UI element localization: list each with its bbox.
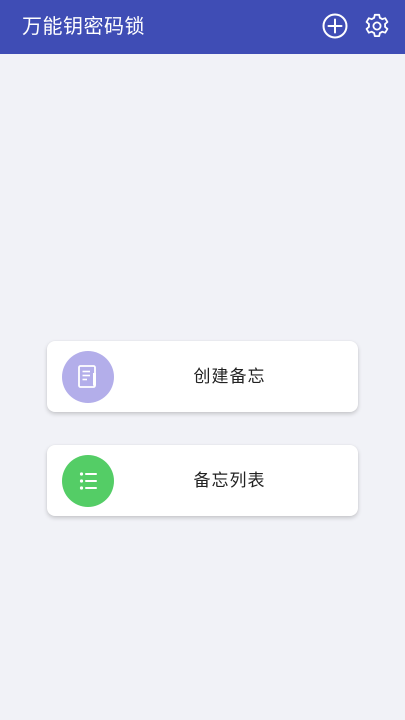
create-memo-label: 创建备忘: [193, 367, 266, 387]
plus-circle-icon: [321, 12, 349, 40]
app-title: 万能钥密码锁: [22, 14, 145, 38]
app-bar: 万能钥密码锁: [0, 0, 405, 54]
memo-list-button[interactable]: 备忘列表: [47, 445, 358, 516]
settings-button[interactable]: [363, 12, 391, 40]
add-button[interactable]: [321, 12, 349, 40]
create-memo-button[interactable]: 创建备忘: [47, 341, 358, 412]
gear-icon: [363, 12, 391, 40]
memo-list-label: 备忘列表: [193, 471, 266, 491]
